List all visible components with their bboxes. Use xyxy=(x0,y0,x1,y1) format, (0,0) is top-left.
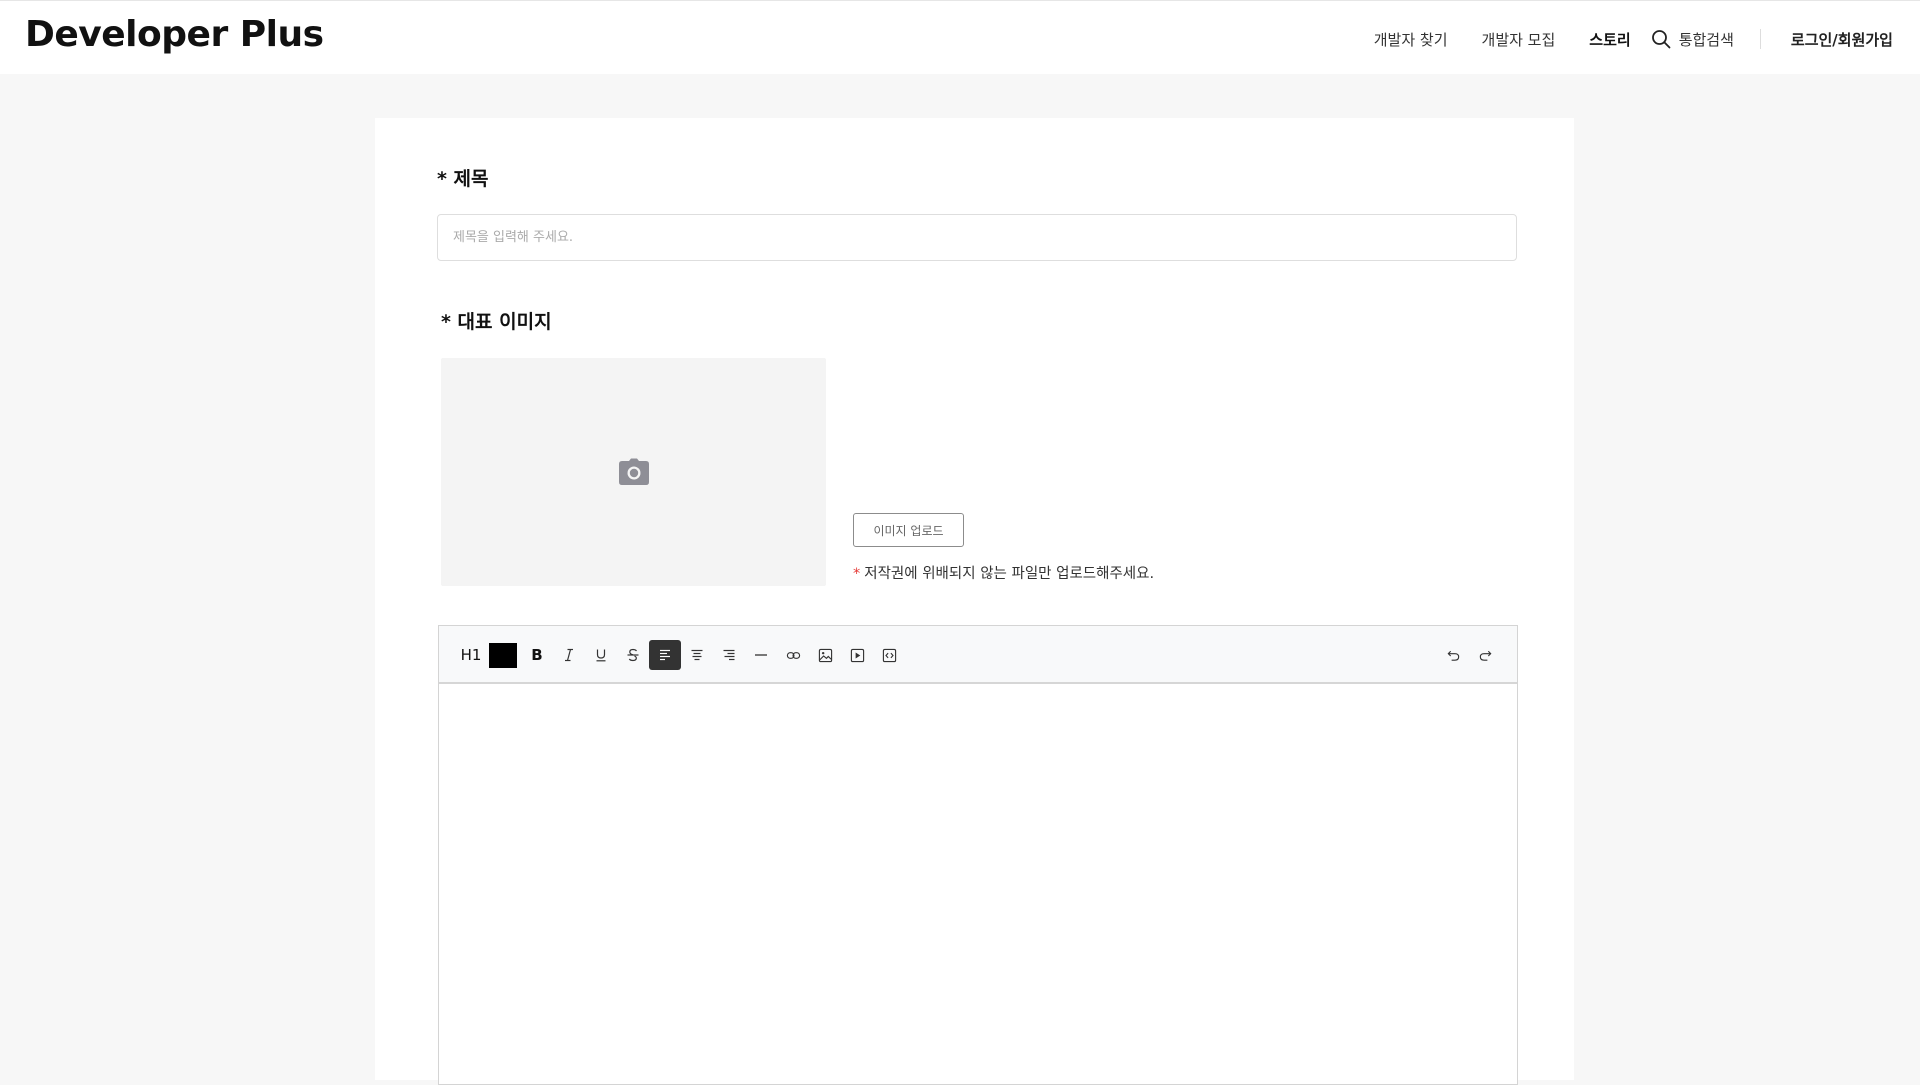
redo-button[interactable] xyxy=(1469,640,1501,670)
horizontal-rule-button[interactable] xyxy=(745,640,777,670)
heading-button[interactable]: H1 xyxy=(455,640,487,670)
rich-text-editor: H1 B xyxy=(438,625,1518,1085)
underline-button[interactable] xyxy=(585,640,617,670)
italic-icon xyxy=(565,648,573,662)
align-left-icon xyxy=(660,649,670,661)
link-button[interactable] xyxy=(777,640,809,670)
align-left-button[interactable] xyxy=(649,640,681,670)
nav-recruit-developers[interactable]: 개발자 모집 xyxy=(1482,29,1556,50)
search-button[interactable]: 통합검색 xyxy=(1651,29,1734,50)
nav-story[interactable]: 스토리 xyxy=(1589,29,1630,50)
required-star: * xyxy=(853,566,861,582)
site-logo[interactable]: Developer Plus xyxy=(25,14,324,55)
align-right-icon xyxy=(723,649,735,661)
align-center-icon xyxy=(691,649,703,661)
post-form-card: * 제목 * 대표 이미지 이미지 업로드 *저작권에 위배되지 않는 파일만 … xyxy=(375,118,1574,1085)
copyright-notice: * 저작권에 위배되지 않는 파일만 업로드해주세요. xyxy=(853,562,1154,583)
main-nav: 개발자 찾기 개발자 모집 스토리 통합검색 로그인/회원가입 xyxy=(1374,25,1893,53)
align-right-button[interactable] xyxy=(713,640,745,670)
code-block-button[interactable] xyxy=(873,640,905,670)
undo-icon xyxy=(1447,650,1459,661)
copyright-notice-text: 저작권에 위배되지 않는 파일만 업로드해주세요. xyxy=(864,566,1155,582)
code-block-icon xyxy=(882,648,896,662)
image-insert-button[interactable] xyxy=(809,640,841,670)
title-label: * 제목 xyxy=(437,168,489,190)
underline-icon xyxy=(596,649,606,662)
image-preview-box[interactable] xyxy=(441,358,826,586)
redo-icon xyxy=(1479,650,1491,661)
search-label: 통합검색 xyxy=(1678,30,1734,49)
image-icon xyxy=(818,648,832,662)
nav-find-developers[interactable]: 개발자 찾기 xyxy=(1374,29,1448,50)
editor-toolbar: H1 B xyxy=(439,626,1517,684)
main-image-label: * 대표 이미지 xyxy=(441,311,552,333)
nav-divider xyxy=(1759,29,1761,49)
strikethrough-button[interactable] xyxy=(617,640,649,670)
editor-content-area[interactable] xyxy=(439,684,1517,1084)
image-upload-button[interactable]: 이미지 업로드 xyxy=(853,513,964,547)
top-header: Developer Plus 개발자 찾기 개발자 모집 스토리 통합검색 로그… xyxy=(0,0,1920,74)
bold-button[interactable]: B xyxy=(521,640,553,670)
title-input[interactable] xyxy=(437,214,1517,261)
italic-button[interactable] xyxy=(553,640,585,670)
search-icon xyxy=(1651,30,1671,49)
strikethrough-icon xyxy=(627,648,639,662)
horizontal-rule-icon xyxy=(755,654,767,656)
link-icon xyxy=(786,651,800,659)
camera-icon xyxy=(618,458,649,485)
align-center-button[interactable] xyxy=(681,640,713,670)
text-color-swatch[interactable] xyxy=(489,643,517,668)
video-insert-button[interactable] xyxy=(841,640,873,670)
login-signup-link[interactable]: 로그인/회원가입 xyxy=(1791,29,1893,50)
video-icon xyxy=(850,648,864,662)
undo-button[interactable] xyxy=(1437,640,1469,670)
